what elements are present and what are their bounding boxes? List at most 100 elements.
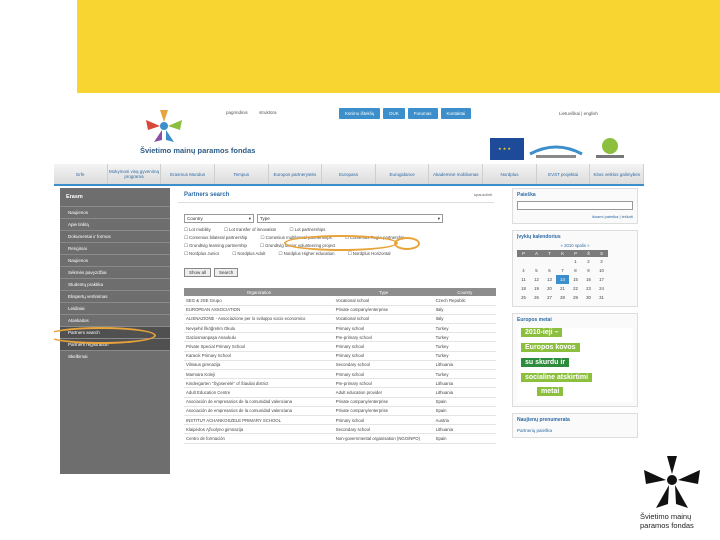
newsletter-link[interactable]: Partnerių paieška: [513, 426, 637, 437]
table-row[interactable]: Asociación de empresarios de la comunida…: [184, 406, 496, 416]
calendar-day[interactable]: 31: [595, 293, 608, 302]
calendar-day[interactable]: 18: [517, 284, 530, 293]
search-button[interactable]: Search: [214, 268, 239, 277]
calendar-day[interactable]: 27: [543, 293, 556, 302]
table-row[interactable]: Asociación de empresarios de la comunida…: [184, 397, 496, 407]
calendar-day[interactable]: 23: [582, 284, 595, 293]
table-row[interactable]: ALIENAZIONE - Associazione per lo svilup…: [184, 314, 496, 325]
sidebar-item[interactable]: Sėkmės pavyzdžiai: [60, 266, 170, 278]
sidebar-item[interactable]: Renginiai: [60, 242, 170, 254]
calendar-day[interactable]: 19: [530, 284, 543, 293]
tab-item[interactable]: Kitos veiklos galimybės: [590, 164, 644, 184]
nav-button[interactable]: Kūrimo išteklių: [339, 108, 381, 119]
checkbox-option[interactable]: ☐ Nordplus Junior: [184, 251, 225, 256]
calendar-day[interactable]: 28: [556, 293, 569, 302]
sidebar-item[interactable]: Studentų praktika: [60, 278, 170, 290]
tab-item[interactable]: Erfe: [54, 164, 108, 184]
checkbox-option[interactable]: ☐ Lot transfer of innovation: [224, 227, 282, 232]
calendar-day[interactable]: 26: [530, 293, 543, 302]
structure-link[interactable]: struktūra: [259, 110, 277, 115]
print-link[interactable]: spausdinti: [474, 192, 492, 197]
calendar-day[interactable]: 9: [582, 266, 595, 275]
checkbox-option[interactable]: ☐ Lot mobility: [184, 227, 217, 232]
column-header[interactable]: Type: [333, 288, 434, 296]
table-row[interactable]: INSTITUT ACHANKOSZELE PRIMARY SCHOOL Prim…: [184, 415, 496, 426]
sidebar-item[interactable]: Ataskaitos: [60, 314, 170, 326]
calendar-day[interactable]: 20: [543, 284, 556, 293]
tab-item[interactable]: Europass: [322, 164, 376, 184]
calendar-day[interactable]: 11: [517, 275, 530, 284]
tab-item[interactable]: Nordplus: [483, 164, 537, 184]
search-input[interactable]: [517, 201, 633, 210]
calendar-day[interactable]: 30: [582, 293, 595, 302]
calendar-day[interactable]: 13: [543, 275, 556, 284]
tab-item[interactable]: Eurogidance: [376, 164, 430, 184]
sidebar-item[interactable]: Naujienos: [60, 254, 170, 266]
checkbox-option[interactable]: ☐ Nordplus Higher education: [279, 251, 341, 256]
calendar-day[interactable]: 21: [556, 284, 569, 293]
calendar-day[interactable]: 14: [556, 275, 569, 284]
table-row[interactable]: Kindergarten "Šypsenėlė" of Šiauliai dis…: [184, 378, 496, 389]
calendar-day[interactable]: 2: [582, 257, 595, 266]
nav-button[interactable]: Kontaktai: [440, 108, 472, 119]
tab-item[interactable]: Mokymosi visą gyvenimą programa: [108, 164, 162, 184]
table-row[interactable]: Karacık Primary School Primary school Turk…: [184, 351, 496, 361]
home-link[interactable]: pagrindinis: [226, 110, 248, 115]
table-row[interactable]: Klaipėdos Ąžuolyno gimnazija Secondary sc…: [184, 424, 496, 435]
sidebar-item[interactable]: Skelbimai: [60, 350, 170, 362]
search-links[interactable]: išsami paieška | ieškoti: [513, 212, 637, 223]
calendar-day[interactable]: 15: [569, 275, 582, 284]
type-select[interactable]: Type ▾: [257, 214, 443, 223]
table-row[interactable]: Nevşehir İlköğretim Okulu Primary school T…: [184, 323, 496, 334]
calendar-day[interactable]: 29: [569, 293, 582, 302]
tab-item[interactable]: Akademinė mobilumas: [429, 164, 484, 184]
checkbox-option[interactable]: ☐ Lot partnerships: [290, 227, 332, 232]
calendar-day[interactable]: 22: [569, 284, 582, 293]
column-header[interactable]: Country: [433, 288, 496, 296]
table-row[interactable]: EUROPEAN ASSOCIATION Private company/ente…: [184, 305, 496, 315]
table-cell: Italy: [433, 314, 496, 325]
nav-button[interactable]: DUK: [383, 108, 405, 119]
checkbox-option[interactable]: ☐ Grundtvig learning partnership: [184, 243, 253, 248]
table-row[interactable]: Marmara Koleji Primary school Turkey: [184, 369, 496, 380]
sidebar-item[interactable]: Dokumentai ir formos: [60, 230, 170, 242]
language-links[interactable]: Lietuviškai | english: [559, 111, 598, 116]
tab-item[interactable]: Tempus: [215, 164, 269, 184]
country-select[interactable]: Country ▾: [184, 214, 254, 223]
calendar-day[interactable]: 1: [569, 257, 582, 266]
calendar-day[interactable]: 8: [569, 266, 582, 275]
calendar-day[interactable]: 6: [543, 266, 556, 275]
tab-item[interactable]: Erasmus Mundus: [161, 164, 215, 184]
sidebar-item[interactable]: Apie tinklą: [60, 218, 170, 230]
table-row[interactable]: Private Special Primary School Primary sc…: [184, 341, 496, 352]
calendar-day[interactable]: 7: [556, 266, 569, 275]
tab-item[interactable]: Europos partnerystės: [269, 164, 323, 184]
calendar-day[interactable]: 12: [530, 275, 543, 284]
table-cell: Spain: [433, 433, 496, 444]
calendar-day[interactable]: 3: [595, 257, 608, 266]
calendar-month[interactable]: « 2010 spalis »: [513, 243, 637, 248]
calendar-day[interactable]: 4: [517, 266, 530, 275]
show-all-button[interactable]: Show all: [184, 268, 212, 277]
checkbox-option[interactable]: ☐ Nordplus Adult: [232, 251, 271, 256]
table-row[interactable]: Vilniaus gimnazija Secondary school Lithua…: [184, 360, 496, 371]
calendar-day[interactable]: 16: [582, 275, 595, 284]
calendar-day[interactable]: 17: [595, 275, 608, 284]
sidebar-item[interactable]: Ekspertų vertinimas: [60, 290, 170, 302]
european-year-banner[interactable]: 2010-ieji – Europos kovos su skurdu ir s…: [517, 328, 633, 402]
table-row[interactable]: Gaziosmanpaşa Anaokulu Pre-primary school…: [184, 332, 496, 343]
nav-button[interactable]: Forumas: [407, 108, 438, 119]
column-header[interactable]: Organization: [184, 288, 334, 296]
table-row[interactable]: Adult Education Centre Adult education pr…: [184, 387, 496, 398]
calendar-day[interactable]: 25: [517, 293, 530, 302]
sidebar-item[interactable]: Leidiniai: [60, 302, 170, 314]
sidebar-item[interactable]: Naujienos: [60, 206, 170, 218]
checkbox-option[interactable]: ☐ Nordplus Horizontal: [348, 251, 397, 256]
calendar-day[interactable]: 5: [530, 266, 543, 275]
table-row[interactable]: SEG & 2SE Grupo Vocational school Czech Re…: [184, 296, 496, 306]
calendar-day[interactable]: 24: [595, 284, 608, 293]
checkbox-option[interactable]: ☐ Comenius bilateral partnership: [184, 235, 253, 240]
calendar-day[interactable]: 10: [595, 266, 608, 275]
table-row[interactable]: Centro de formación Non-governmental orga…: [184, 433, 496, 444]
tab-item[interactable]: EVST projektai: [537, 164, 591, 184]
